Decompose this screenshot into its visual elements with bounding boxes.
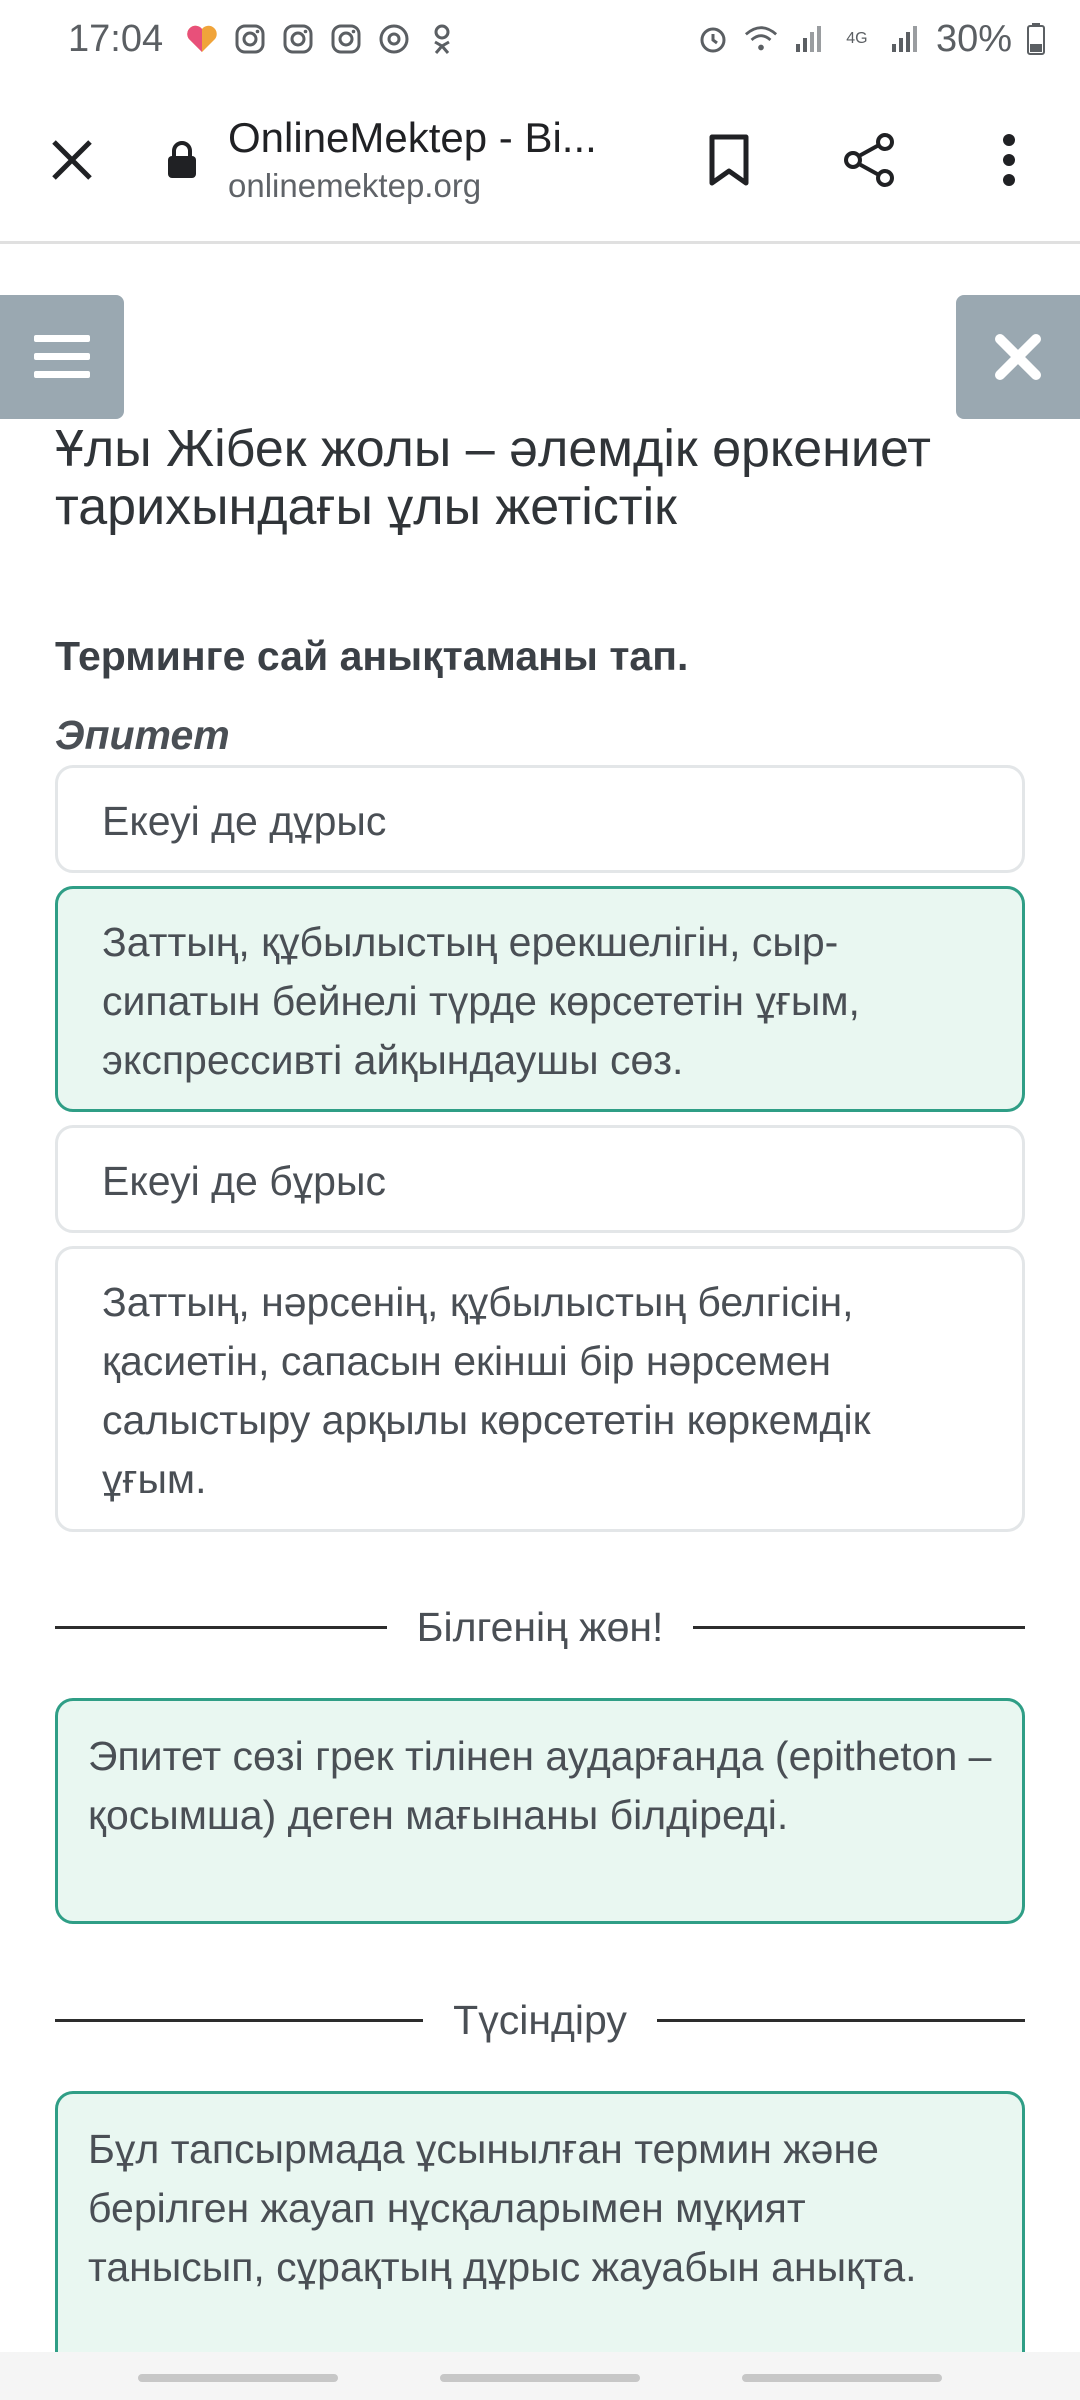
term-label: Эпитет <box>55 712 230 758</box>
page-url: onlinemektep.org <box>228 166 482 204</box>
answer-option-selected[interactable]: Заттың, құбылыстың ерекшелігін, сыр-сипа… <box>55 886 1025 1112</box>
at-icon <box>377 22 411 56</box>
share-icon <box>844 132 894 187</box>
divider-line <box>693 1625 1025 1629</box>
battery-percent: 30% <box>935 17 1012 60</box>
odnoklassniki-icon <box>425 22 459 56</box>
page-title: OnlineMektep - Bi... <box>228 113 597 161</box>
notification-icons <box>185 22 459 56</box>
question-text: Терминге сай анықтаманы тап. <box>55 633 689 679</box>
explanation-label: Түсіндіру <box>453 1996 627 2043</box>
answer-option-text: Заттың, нәрсенің, құбылыстың белгісін, қ… <box>102 1279 871 1502</box>
answer-option[interactable]: Екеуі де бұрыс <box>55 1125 1025 1233</box>
page-info[interactable]: OnlineMektep - Bi... onlinemektep.org <box>228 112 648 208</box>
share-button[interactable] <box>824 115 914 205</box>
status-time: 17:04 <box>68 17 164 60</box>
did-you-know-divider: Білгенің жөн! <box>55 1597 1025 1657</box>
instagram-icon <box>281 22 315 56</box>
home-button[interactable] <box>440 2374 640 2382</box>
signal-icon <box>888 22 922 56</box>
status-bar: 17:04 4G 30% <box>0 0 1080 78</box>
answer-option[interactable]: Екеуі де дұрыс <box>55 765 1025 873</box>
instagram-icon <box>329 22 363 56</box>
system-navigation-bar <box>0 2352 1080 2400</box>
bookmark-button[interactable] <box>684 115 774 205</box>
explanation-box: Бұл тапсырмада ұсынылған термин және бер… <box>55 2091 1025 2391</box>
bookmark-icon <box>709 134 749 185</box>
divider-line <box>656 2018 1026 2022</box>
close-icon <box>995 334 1041 380</box>
instagram-icon <box>233 22 267 56</box>
alarm-icon <box>696 22 730 56</box>
close-tab-button[interactable] <box>32 120 112 200</box>
toolbar-actions <box>684 115 1054 205</box>
close-lesson-button[interactable] <box>956 295 1080 419</box>
signal-icon <box>792 22 826 56</box>
browser-toolbar: OnlineMektep - Bi... onlinemektep.org <box>0 78 1080 244</box>
did-you-know-label: Білгенің жөн! <box>416 1603 664 1650</box>
lock-icon[interactable] <box>162 140 202 180</box>
more-options-button[interactable] <box>964 115 1054 205</box>
answer-option-text: Екеуі де дұрыс <box>102 798 387 844</box>
divider-line <box>55 1625 387 1629</box>
system-icons: 4G 30% <box>696 18 1046 61</box>
recents-button[interactable] <box>138 2374 338 2382</box>
menu-button[interactable] <box>0 295 124 419</box>
explanation-text: Бұл тапсырмада ұсынылған термин және бер… <box>88 2126 917 2290</box>
heart-icon <box>185 22 219 56</box>
close-icon <box>52 139 92 180</box>
hamburger-icon <box>34 335 90 378</box>
lesson-title: Ұлы Жібек жолы – әлемдік өркениет тарихы… <box>55 420 931 536</box>
battery-icon <box>1026 22 1046 56</box>
did-you-know-text: Эпитет сөзі грек тілінен аударғанда (epi… <box>88 1733 992 1838</box>
4g-icon: 4G <box>846 30 868 47</box>
back-button[interactable] <box>742 2374 942 2382</box>
more-vert-icon <box>1003 133 1015 186</box>
answer-option[interactable]: Заттың, нәрсенің, құбылыстың белгісін, қ… <box>55 1246 1025 1532</box>
wifi-icon <box>744 22 778 56</box>
did-you-know-box: Эпитет сөзі грек тілінен аударғанда (epi… <box>55 1698 1025 1924</box>
explanation-divider: Түсіндіру <box>55 1990 1026 2050</box>
answer-option-text: Екеуі де бұрыс <box>102 1158 386 1204</box>
divider-line <box>55 2018 424 2022</box>
answer-option-text: Заттың, құбылыстың ерекшелігін, сыр-сипа… <box>102 919 860 1083</box>
